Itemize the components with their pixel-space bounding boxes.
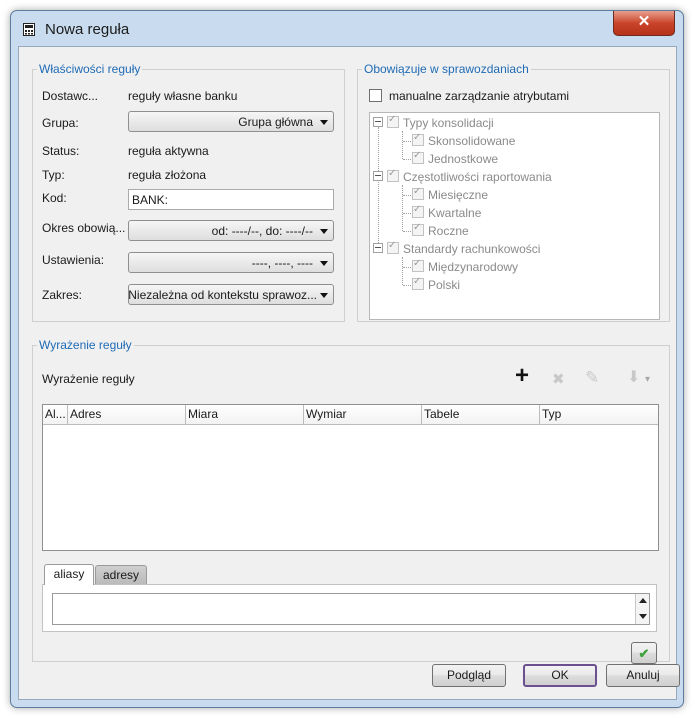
tab-panel: [42, 584, 657, 632]
column-header[interactable]: Al...: [43, 405, 68, 424]
manual-attributes-checkbox[interactable]: [369, 89, 382, 102]
group-label: Grupa:: [42, 116, 79, 130]
dialog-body: Właściwości reguły Dostawc... reguły wła…: [18, 46, 680, 700]
type-value: reguła złożona: [128, 168, 207, 182]
chevron-down-icon: [320, 261, 328, 266]
collapse-icon[interactable]: [373, 243, 383, 253]
tree-checkbox[interactable]: [387, 114, 399, 128]
code-input-value: BANK:: [132, 193, 169, 207]
preview-button[interactable]: Podgląd: [432, 664, 506, 687]
tree-node-monthly[interactable]: Miesięczne: [412, 186, 488, 204]
settings-dropdown[interactable]: ----, ----, ----: [128, 252, 334, 273]
chevron-down-icon: [320, 229, 328, 234]
tree-checkbox[interactable]: [412, 186, 424, 200]
column-header[interactable]: Tabele: [422, 405, 540, 424]
tree-node-polish[interactable]: Polski: [412, 276, 460, 294]
scroll-down-icon[interactable]: [639, 614, 647, 619]
expression-table[interactable]: Al... Adres Miara Wymiar Tabele Typ: [42, 404, 659, 551]
tree-checkbox[interactable]: [412, 150, 424, 164]
period-dropdown-value: od: ----/--, do: ----/--: [211, 224, 313, 238]
tree-checkbox[interactable]: [387, 240, 399, 254]
expression-group: Wyrażenie reguły Wyrażenie reguły + ✖ ✎ …: [32, 338, 670, 664]
tab-aliases[interactable]: aliasy: [44, 564, 94, 585]
tree-node-consolidated[interactable]: Skonsolidowane: [412, 132, 515, 150]
checkmark-icon: ✔: [638, 646, 650, 661]
column-header[interactable]: Miara: [186, 405, 304, 424]
tree-node-frequency[interactable]: Częstotliwości raportowania: [373, 168, 552, 186]
group-dropdown[interactable]: Grupa główna: [128, 111, 334, 132]
settings-dropdown-value: ----, ----, ----: [251, 256, 313, 270]
tree-checkbox[interactable]: [387, 168, 399, 182]
edit-icon[interactable]: ✎: [585, 369, 599, 387]
close-button[interactable]: ✕: [613, 11, 675, 36]
tree-node-standalone[interactable]: Jednostkowe: [412, 150, 498, 168]
manual-attributes-label: manualne zarządzanie atrybutami: [389, 89, 570, 103]
code-input[interactable]: BANK:: [128, 189, 334, 210]
tree-checkbox[interactable]: [412, 258, 424, 272]
calculator-icon: [23, 23, 35, 36]
textarea-scrollbar[interactable]: [635, 594, 649, 624]
confirm-button[interactable]: ✔: [631, 642, 657, 664]
period-dropdown[interactable]: od: ----/--, do: ----/--: [128, 220, 334, 241]
provider-value: reguły własne banku: [128, 89, 238, 103]
reports-legend: Obowiązuje w sprawozdaniach: [364, 62, 529, 76]
ok-button[interactable]: OK: [523, 664, 597, 687]
scroll-up-icon[interactable]: [639, 598, 647, 603]
group-dropdown-value: Grupa główna: [238, 115, 313, 129]
status-value: reguła aktywna: [128, 144, 209, 158]
collapse-icon[interactable]: [373, 171, 383, 181]
tree-node-consolidation[interactable]: Typy konsolidacji: [373, 114, 494, 132]
scope-dropdown[interactable]: Niezależna od kontekstu sprawoz...: [128, 284, 334, 305]
move-down-icon[interactable]: ⬇: [627, 369, 640, 387]
code-label: Kod:: [42, 191, 67, 205]
scope-label: Zakres:: [42, 288, 83, 302]
chevron-down-icon: [320, 120, 328, 125]
tree-node-quarterly[interactable]: Kwartalne: [412, 204, 481, 222]
type-label: Typ:: [42, 168, 65, 182]
provider-label: Dostawc...: [42, 89, 99, 103]
tree-checkbox[interactable]: [412, 276, 424, 290]
window-title: Nowa reguła: [45, 21, 130, 38]
properties-legend: Właściwości reguły: [39, 62, 141, 76]
chevron-down-icon[interactable]: ▾: [645, 371, 650, 389]
status-label: Status:: [42, 144, 80, 158]
tree-node-annual[interactable]: Roczne: [412, 222, 469, 240]
tree-node-international[interactable]: Międzynarodowy: [412, 258, 518, 276]
title-bar[interactable]: Nowa reguła ✕: [11, 11, 683, 47]
column-header[interactable]: Wymiar: [304, 405, 422, 424]
column-header[interactable]: Typ: [540, 405, 658, 424]
cancel-button[interactable]: Anuluj: [606, 664, 680, 687]
column-header[interactable]: Adres: [68, 405, 186, 424]
period-label: Okres obowią...: [42, 221, 126, 235]
tree-checkbox[interactable]: [412, 222, 424, 236]
add-icon[interactable]: +: [515, 364, 529, 388]
reports-tree[interactable]: Typy konsolidacji Skonsolidowane Jednost…: [369, 112, 660, 320]
tab-addresses[interactable]: adresy: [95, 565, 147, 585]
dialog-window: Nowa reguła ✕ Właściwości reguły Dostawc…: [10, 10, 684, 708]
tree-node-standards[interactable]: Standardy rachunkowości: [373, 240, 540, 258]
expression-title: Wyrażenie reguły: [42, 372, 135, 386]
table-header: Al... Adres Miara Wymiar Tabele Typ: [43, 405, 658, 425]
expression-legend: Wyrażenie reguły: [39, 338, 132, 352]
tree-checkbox[interactable]: [412, 132, 424, 146]
alias-textarea[interactable]: [52, 593, 650, 625]
delete-icon[interactable]: ✖: [552, 371, 565, 389]
tree-checkbox[interactable]: [412, 204, 424, 218]
reports-group: Obowiązuje w sprawozdaniach manualne zar…: [357, 62, 670, 322]
properties-group: Właściwości reguły Dostawc... reguły wła…: [32, 62, 345, 322]
chevron-down-icon: [320, 293, 328, 298]
settings-label: Ustawienia:: [42, 253, 105, 267]
collapse-icon[interactable]: [373, 117, 383, 127]
scope-dropdown-value: Niezależna od kontekstu sprawoz...: [128, 288, 317, 302]
